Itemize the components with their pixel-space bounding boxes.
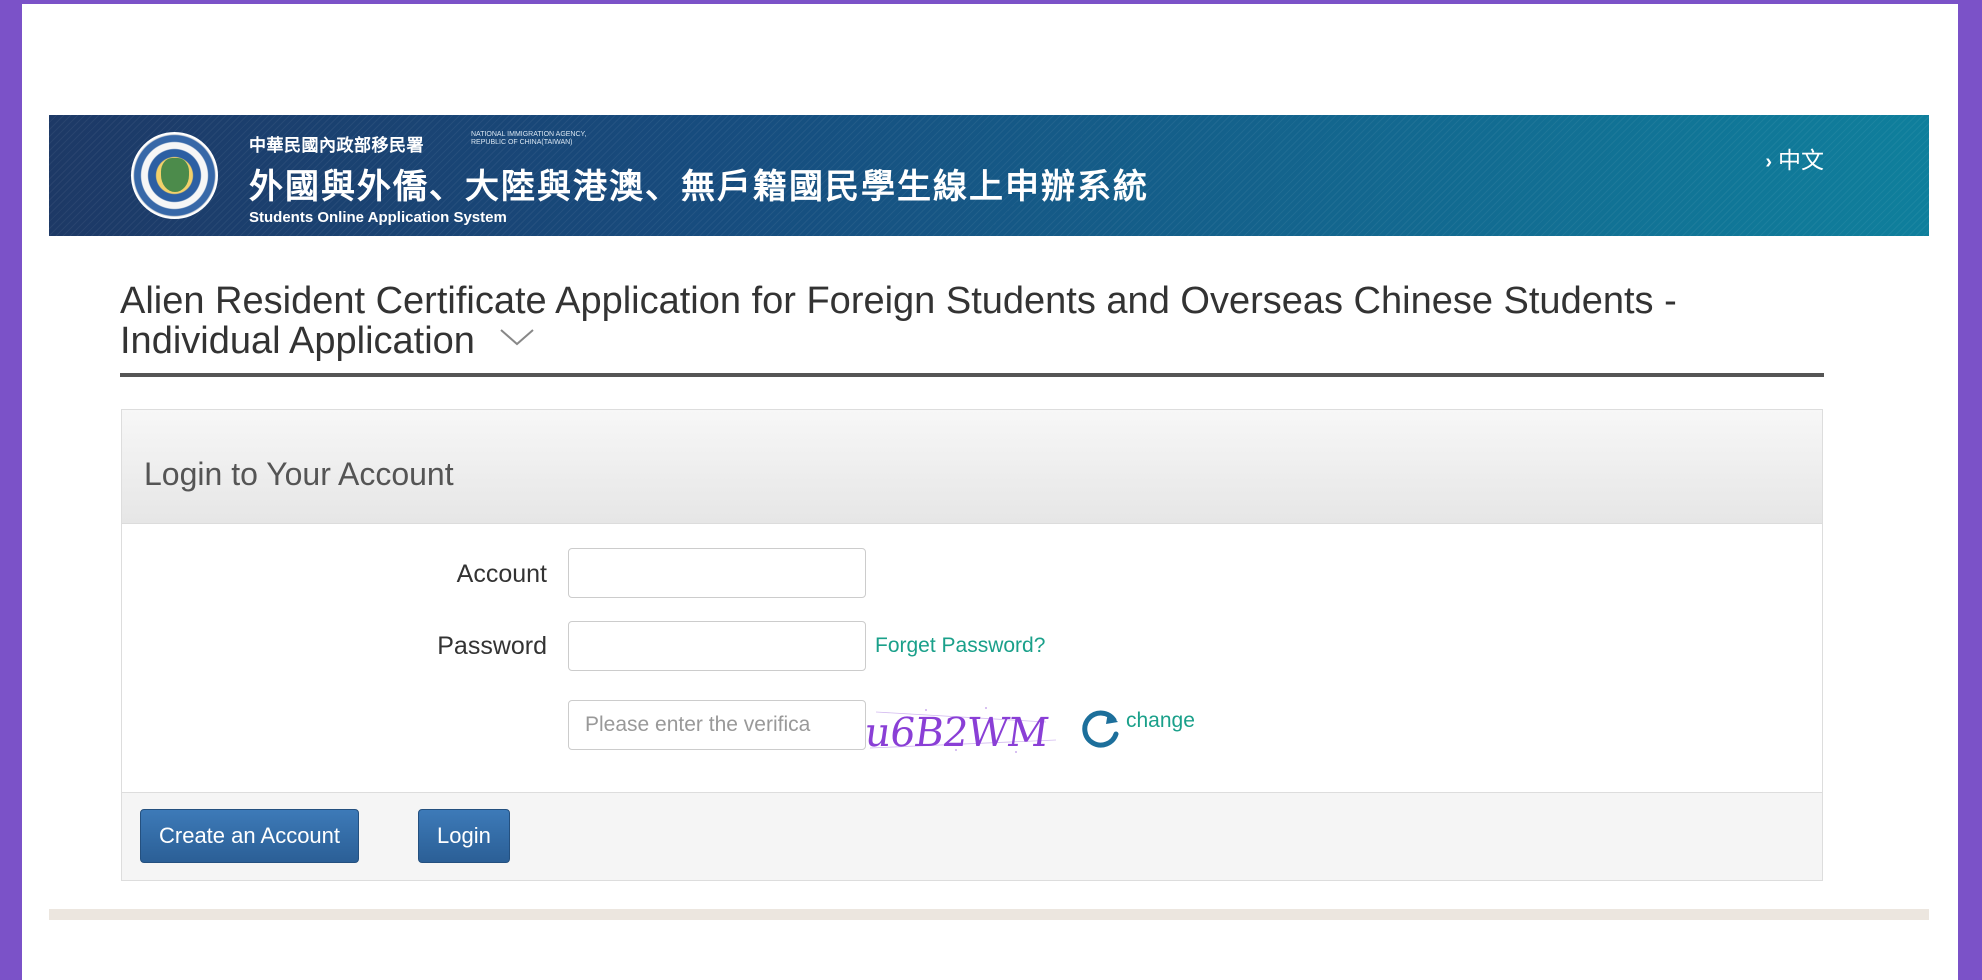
header-banner: 中華民國內政部移民署 NATIONAL IMMIGRATION AGENCY, … [49,115,1929,236]
login-panel: Login to Your Account Account Password F… [121,409,1823,881]
agency-name-en-line2: REPUBLIC OF CHINA(TAIWAN) [471,139,573,146]
agency-name-en: NATIONAL IMMIGRATION AGENCY, REPUBLIC OF… [471,131,586,147]
login-panel-header: Login to Your Account [122,410,1822,524]
account-input[interactable] [568,548,866,598]
password-label: Password [437,632,547,660]
seal-emblem [161,158,189,192]
forget-password-link[interactable]: Forget Password? [875,634,1045,658]
login-button[interactable]: Login [418,809,510,863]
system-title-en: Students Online Application System [249,209,507,226]
password-input[interactable] [568,621,866,671]
page-container: 中華民國內政部移民署 NATIONAL IMMIGRATION AGENCY, … [22,4,1958,980]
captcha-image: u6B2WM [862,700,1066,760]
captcha-text: u6B2WM [866,710,1051,756]
chevron-down-icon[interactable] [499,315,535,355]
language-switch-label: 中文 [1778,147,1824,173]
page-title: Alien Resident Certificate Application f… [120,281,1824,377]
language-switch-link[interactable]: › 中文 [1765,141,1824,175]
system-title-zh: 外國與外僑、大陸與港澳、無戶籍國民學生線上申辦系統 [249,168,1149,206]
account-label: Account [456,560,547,588]
change-captcha-link[interactable]: change [1126,709,1195,733]
login-form: Account Password Forget Password? u6B2WM [122,524,1822,792]
login-panel-title: Login to Your Account [144,456,454,492]
agency-name-zh: 中華民國內政部移民署 [249,136,424,155]
agency-name-en-line1: NATIONAL IMMIGRATION AGENCY, [471,131,587,138]
verification-code-input[interactable] [568,700,866,750]
login-panel-footer: Create an Account Login [122,792,1822,880]
footer-divider [49,909,1929,920]
agency-seal-logo [131,132,218,219]
create-account-button[interactable]: Create an Account [140,809,360,863]
chevron-right-icon: › [1765,151,1772,173]
refresh-icon[interactable] [1082,708,1122,748]
page-title-text: Alien Resident Certificate Application f… [120,280,1677,362]
